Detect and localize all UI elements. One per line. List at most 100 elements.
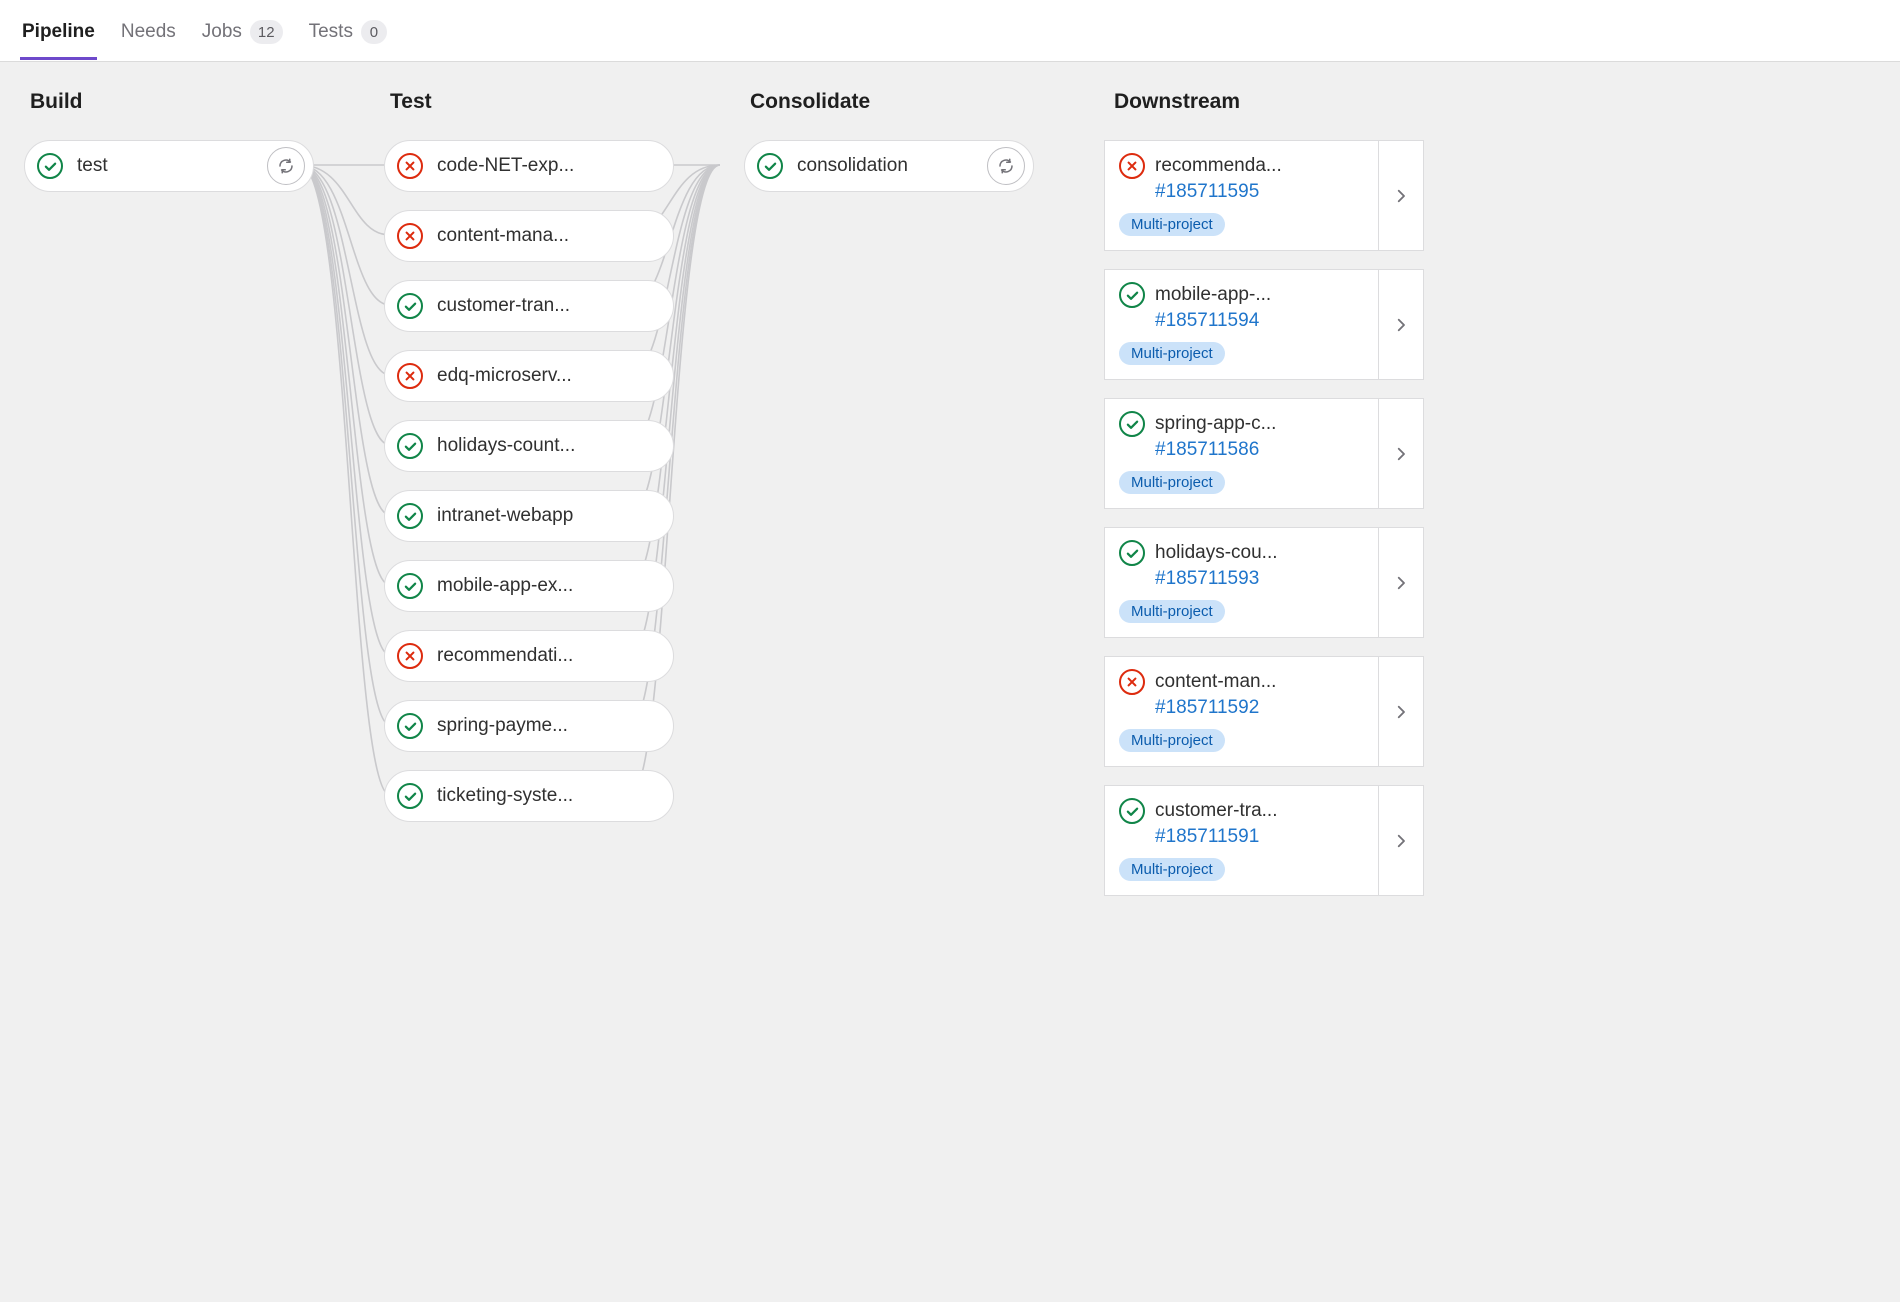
status-success-icon	[397, 783, 423, 809]
expand-button[interactable]	[1378, 527, 1424, 638]
downstream-card[interactable]: content-man... #185711592 Multi-project	[1104, 656, 1378, 767]
downstream-card[interactable]: mobile-app-... #185711594 Multi-project	[1104, 269, 1378, 380]
pipeline-canvas: Build test Test code-NET-exp... content-m…	[0, 62, 1900, 1302]
expand-button[interactable]	[1378, 785, 1424, 896]
status-success-icon	[397, 503, 423, 529]
status-success-icon	[1119, 798, 1145, 824]
job-label: test	[77, 155, 259, 177]
tab-label: Tests	[309, 21, 353, 43]
tab-label: Jobs	[202, 21, 242, 43]
status-failed-icon	[397, 643, 423, 669]
job-label: content-mana...	[437, 225, 665, 247]
job-pill[interactable]: code-NET-exp...	[384, 140, 674, 192]
downstream-pipeline-id[interactable]: #185711595	[1155, 181, 1364, 203]
expand-button[interactable]	[1378, 269, 1424, 380]
job-pill[interactable]: edq-microserv...	[384, 350, 674, 402]
downstream-title: mobile-app-...	[1155, 284, 1271, 306]
downstream-row: content-man... #185711592 Multi-project	[1104, 656, 1424, 767]
job-label: spring-payme...	[437, 715, 665, 737]
downstream-row: mobile-app-... #185711594 Multi-project	[1104, 269, 1424, 380]
downstream-card[interactable]: recommenda... #185711595 Multi-project	[1104, 140, 1378, 251]
job-pill[interactable]: consolidation	[744, 140, 1034, 192]
tab-count-badge: 12	[250, 20, 283, 44]
downstream-title: content-man...	[1155, 671, 1276, 693]
stage-consolidate-title: Consolidate	[750, 90, 1034, 114]
downstream-title: holidays-cou...	[1155, 542, 1278, 564]
downstream-pipeline-id[interactable]: #185711594	[1155, 310, 1364, 332]
stage-consolidate: Consolidate consolidation	[734, 90, 1044, 210]
expand-button[interactable]	[1378, 140, 1424, 251]
tab-pipeline[interactable]: Pipeline	[20, 15, 97, 60]
tab-label: Pipeline	[22, 21, 95, 43]
status-success-icon	[397, 293, 423, 319]
downstream-card[interactable]: holidays-cou... #185711593 Multi-project	[1104, 527, 1378, 638]
downstream-tag: Multi-project	[1119, 213, 1225, 236]
downstream-card[interactable]: customer-tra... #185711591 Multi-project	[1104, 785, 1378, 896]
stage-downstream-title: Downstream	[1114, 90, 1424, 114]
stages-row: Build test Test code-NET-exp... content-m…	[14, 90, 1886, 914]
downstream-tag: Multi-project	[1119, 471, 1225, 494]
status-success-icon	[397, 573, 423, 599]
downstream-row: spring-app-c... #185711586 Multi-project	[1104, 398, 1424, 509]
status-failed-icon	[397, 153, 423, 179]
tab-needs[interactable]: Needs	[119, 15, 178, 60]
downstream-title: recommenda...	[1155, 155, 1282, 177]
status-success-icon	[1119, 540, 1145, 566]
stage-build: Build test	[14, 90, 324, 210]
status-success-icon	[1119, 282, 1145, 308]
downstream-pipeline-id[interactable]: #185711593	[1155, 568, 1364, 590]
job-pill[interactable]: intranet-webapp	[384, 490, 674, 542]
job-label: consolidation	[797, 155, 979, 177]
downstream-row: recommenda... #185711595 Multi-project	[1104, 140, 1424, 251]
job-pill[interactable]: test	[24, 140, 314, 192]
stage-test: Test code-NET-exp... content-mana... custo…	[374, 90, 684, 840]
tab-count-badge: 0	[361, 20, 387, 44]
status-success-icon	[397, 433, 423, 459]
downstream-tag: Multi-project	[1119, 600, 1225, 623]
downstream-pipeline-id[interactable]: #185711592	[1155, 697, 1364, 719]
downstream-row: holidays-cou... #185711593 Multi-project	[1104, 527, 1424, 638]
stage-test-title: Test	[390, 90, 674, 114]
downstream-pipeline-id[interactable]: #185711586	[1155, 439, 1364, 461]
status-success-icon	[397, 713, 423, 739]
retry-button[interactable]	[987, 147, 1025, 185]
job-label: customer-tran...	[437, 295, 665, 317]
job-label: mobile-app-ex...	[437, 575, 665, 597]
job-pill[interactable]: holidays-count...	[384, 420, 674, 472]
downstream-row: customer-tra... #185711591 Multi-project	[1104, 785, 1424, 896]
status-success-icon	[1119, 411, 1145, 437]
status-success-icon	[757, 153, 783, 179]
expand-button[interactable]	[1378, 398, 1424, 509]
job-label: ticketing-syste...	[437, 785, 665, 807]
status-failed-icon	[1119, 153, 1145, 179]
downstream-tag: Multi-project	[1119, 858, 1225, 881]
job-pill[interactable]: mobile-app-ex...	[384, 560, 674, 612]
job-pill[interactable]: content-mana...	[384, 210, 674, 262]
job-label: code-NET-exp...	[437, 155, 665, 177]
retry-button[interactable]	[267, 147, 305, 185]
status-failed-icon	[1119, 669, 1145, 695]
stage-downstream: Downstream recommenda... #185711595 Multi-…	[1094, 90, 1434, 914]
downstream-pipeline-id[interactable]: #185711591	[1155, 826, 1364, 848]
tab-jobs[interactable]: Jobs 12	[200, 14, 285, 61]
job-pill[interactable]: spring-payme...	[384, 700, 674, 752]
job-label: edq-microserv...	[437, 365, 665, 387]
downstream-tag: Multi-project	[1119, 729, 1225, 752]
downstream-title: spring-app-c...	[1155, 413, 1276, 435]
job-label: intranet-webapp	[437, 505, 665, 527]
job-pill[interactable]: customer-tran...	[384, 280, 674, 332]
pipeline-tabs: Pipeline Needs Jobs 12 Tests 0	[0, 0, 1900, 62]
stage-build-title: Build	[30, 90, 314, 114]
status-success-icon	[37, 153, 63, 179]
status-failed-icon	[397, 363, 423, 389]
tab-tests[interactable]: Tests 0	[307, 14, 389, 61]
job-label: recommendati...	[437, 645, 665, 667]
downstream-card[interactable]: spring-app-c... #185711586 Multi-project	[1104, 398, 1378, 509]
job-label: holidays-count...	[437, 435, 665, 457]
tab-label: Needs	[121, 21, 176, 43]
downstream-title: customer-tra...	[1155, 800, 1277, 822]
job-pill[interactable]: ticketing-syste...	[384, 770, 674, 822]
expand-button[interactable]	[1378, 656, 1424, 767]
downstream-tag: Multi-project	[1119, 342, 1225, 365]
job-pill[interactable]: recommendati...	[384, 630, 674, 682]
